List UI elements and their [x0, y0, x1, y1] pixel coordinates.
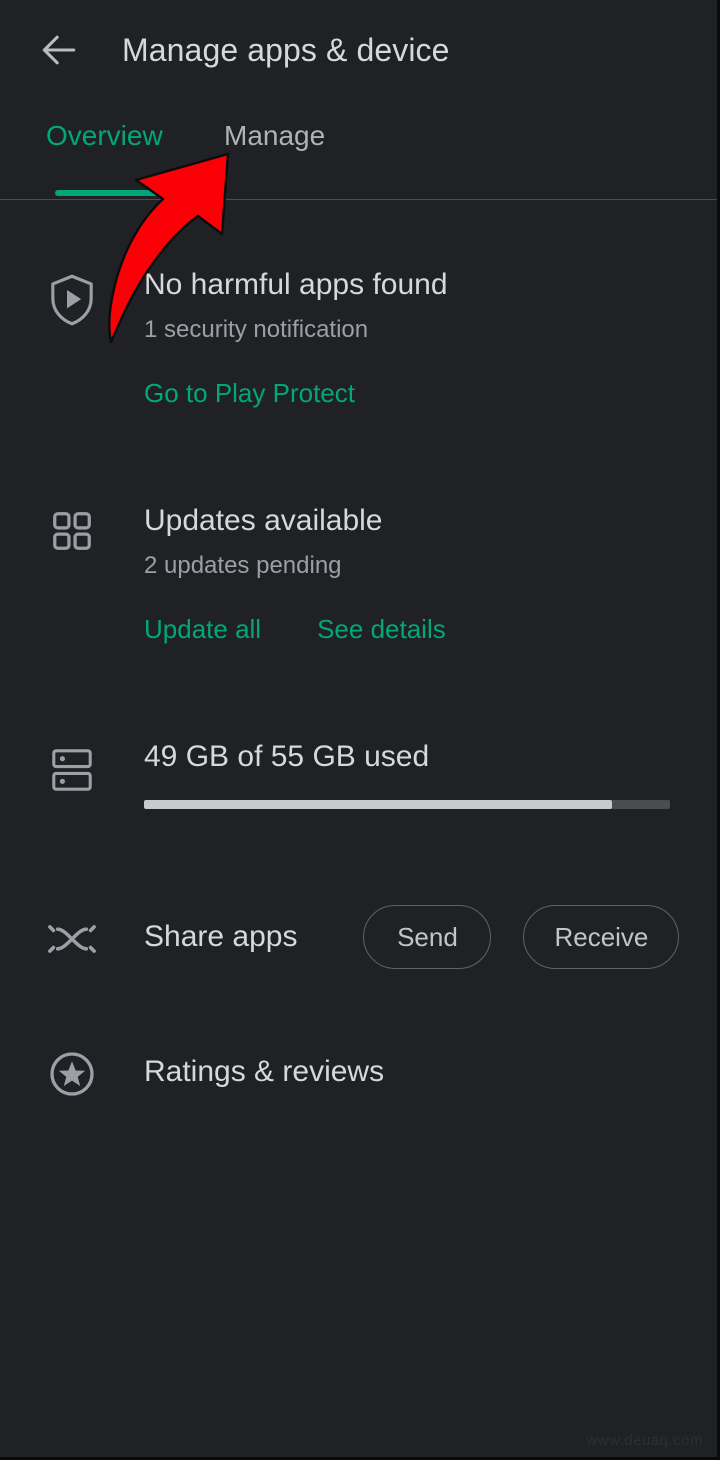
ratings-reviews-body: Ratings & reviews — [144, 1055, 717, 1089]
see-details-link[interactable]: See details — [317, 614, 446, 645]
arrow-left-icon — [37, 28, 81, 72]
go-to-play-protect-link[interactable]: Go to Play Protect — [144, 378, 355, 409]
storage-icon — [0, 740, 144, 809]
tab-bar: Overview Manage — [0, 120, 717, 200]
play-protect-section: No harmful apps found 1 security notific… — [0, 268, 717, 409]
updates-actions: Update all See details — [144, 614, 680, 645]
send-button[interactable]: Send — [363, 905, 492, 969]
tab-manage[interactable]: Manage — [224, 120, 325, 152]
updates-body: Updates available 2 updates pending Upda… — [144, 504, 717, 645]
nearby-share-icon — [0, 915, 144, 959]
apps-grid-icon — [0, 504, 144, 645]
storage-title: 49 GB of 55 GB used — [144, 740, 430, 773]
play-protect-actions: Go to Play Protect — [144, 378, 680, 409]
receive-button[interactable]: Receive — [523, 905, 680, 969]
page-title: Manage apps & device — [122, 31, 450, 68]
play-protect-subtitle: 1 security notification — [144, 315, 369, 343]
app-bar: Manage apps & device — [0, 0, 717, 100]
manage-apps-device-screen: Manage apps & device Overview Manage No … — [0, 0, 720, 1460]
play-protect-body: No harmful apps found 1 security notific… — [144, 268, 717, 409]
ratings-reviews-section[interactable]: Ratings & reviews — [0, 1045, 717, 1099]
update-all-link[interactable]: Update all — [144, 614, 261, 645]
tab-overview[interactable]: Overview — [46, 120, 163, 152]
tab-active-indicator — [55, 190, 177, 196]
back-button[interactable] — [22, 13, 96, 87]
share-apps-label: Share apps — [144, 920, 298, 953]
updates-section: Updates available 2 updates pending Upda… — [0, 504, 717, 645]
play-protect-title: No harmful apps found — [144, 268, 448, 301]
updates-subtitle: 2 updates pending — [144, 551, 342, 579]
share-apps-body: Share apps Send Receive — [144, 905, 717, 969]
shield-play-icon — [0, 268, 144, 409]
storage-progress-track — [144, 800, 670, 809]
updates-title: Updates available — [144, 504, 383, 537]
watermark: www.deuaq.com — [586, 1432, 703, 1449]
storage-progress-fill — [144, 800, 613, 809]
tab-divider — [0, 199, 717, 200]
ratings-reviews-label: Ratings & reviews — [144, 1055, 385, 1088]
star-circle-icon — [0, 1045, 144, 1099]
storage-body: 49 GB of 55 GB used — [144, 740, 717, 809]
share-apps-section: Share apps Send Receive — [0, 905, 717, 969]
storage-section[interactable]: 49 GB of 55 GB used — [0, 740, 717, 809]
